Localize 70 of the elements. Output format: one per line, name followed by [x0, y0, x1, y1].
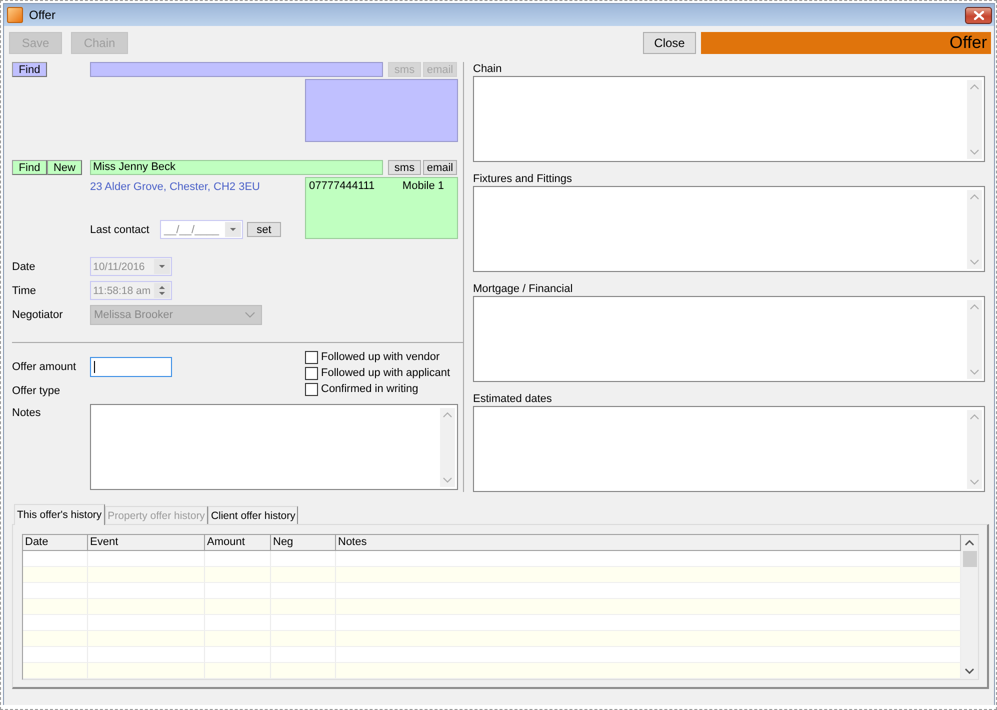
- chevron-up-icon: [970, 304, 979, 310]
- app-icon: [7, 7, 23, 23]
- scrollbar[interactable]: [440, 408, 455, 487]
- field-label: Time: [12, 284, 38, 296]
- text-area[interactable]: [473, 76, 985, 162]
- message-button[interactable]: email: [423, 160, 457, 175]
- checkbox[interactable]: [305, 366, 318, 380]
- column-header[interactable]: Event: [88, 535, 205, 550]
- phone-type: Mobile 1: [402, 180, 444, 192]
- chevron-down-icon: [443, 477, 452, 483]
- field-label: Chain: [472, 62, 503, 76]
- tab[interactable]: This offer's history: [14, 504, 105, 525]
- notes-text-area[interactable]: [90, 404, 458, 490]
- scrollbar[interactable]: [961, 535, 978, 679]
- tab[interactable]: Client offer history: [208, 506, 298, 524]
- checkbox[interactable]: [305, 382, 318, 396]
- action-button[interactable]: New: [47, 160, 82, 175]
- text-area[interactable]: [473, 186, 985, 272]
- field-label: Last contact: [90, 224, 150, 236]
- text-area[interactable]: [473, 296, 985, 382]
- message-button[interactable]: sms: [388, 160, 421, 175]
- checkbox[interactable]: [305, 350, 318, 364]
- chevron-down-icon: [970, 149, 979, 155]
- column-header[interactable]: Amount: [205, 535, 271, 550]
- close-button[interactable]: Close: [643, 32, 696, 54]
- name-field[interactable]: Miss Jenny Beck: [90, 160, 383, 175]
- chevron-down-icon: [970, 369, 979, 375]
- close-icon: [974, 10, 984, 20]
- action-button[interactable]: Find: [12, 62, 47, 77]
- checkbox-label: Followed up with applicant: [321, 367, 450, 379]
- checkbox-label: Confirmed in writing: [321, 383, 418, 395]
- chevron-down-icon: [965, 668, 974, 674]
- window-title: Offer: [29, 8, 56, 22]
- field-label: Fixtures and Fittings: [472, 172, 574, 186]
- chevron-up-icon: [970, 194, 979, 200]
- action-button[interactable]: Find: [12, 160, 47, 175]
- scrollbar[interactable]: [967, 300, 982, 379]
- checkbox-label: Followed up with vendor: [321, 351, 440, 363]
- field-label: Date: [12, 260, 36, 272]
- chevron-up-icon: [970, 414, 979, 420]
- scrollbar[interactable]: [967, 410, 982, 489]
- scrollbar[interactable]: [967, 190, 982, 269]
- field-label: Negotiator: [12, 308, 64, 320]
- field-label: Notes: [12, 406, 42, 419]
- column-header[interactable]: Neg: [271, 535, 336, 550]
- window-close-button[interactable]: [965, 6, 992, 24]
- offer-amount-field[interactable]: [90, 357, 172, 377]
- set-button[interactable]: set: [247, 222, 281, 237]
- field-label: Offer type: [12, 385, 62, 397]
- scrollbar[interactable]: [967, 80, 982, 159]
- phone-number: 07777444111: [309, 180, 375, 192]
- chevron-down-icon: [970, 479, 979, 485]
- text-cursor-icon: [94, 361, 95, 373]
- spin-arrows-icon: [154, 283, 170, 298]
- field-label: Estimated dates: [472, 392, 553, 406]
- name-field[interactable]: [90, 62, 383, 77]
- column-header[interactable]: Date: [23, 535, 88, 550]
- address-link[interactable]: 23 Alder Grove, Chester, CH2 3EU: [90, 177, 260, 193]
- field-label: Offer amount: [12, 361, 77, 373]
- chevron-down-icon: [970, 259, 979, 265]
- chevron-up-icon: [970, 84, 979, 90]
- caret-down-icon: [154, 259, 170, 274]
- chevron-down-icon: [245, 312, 255, 318]
- chevron-up-icon: [965, 540, 974, 546]
- caret-down-icon: [225, 222, 241, 237]
- text-area[interactable]: [473, 406, 985, 492]
- title-banner: Offer: [701, 32, 991, 54]
- scrollbar-thumb[interactable]: [962, 551, 976, 567]
- chevron-up-icon: [443, 412, 452, 418]
- field-label: Mortgage / Financial: [472, 282, 574, 296]
